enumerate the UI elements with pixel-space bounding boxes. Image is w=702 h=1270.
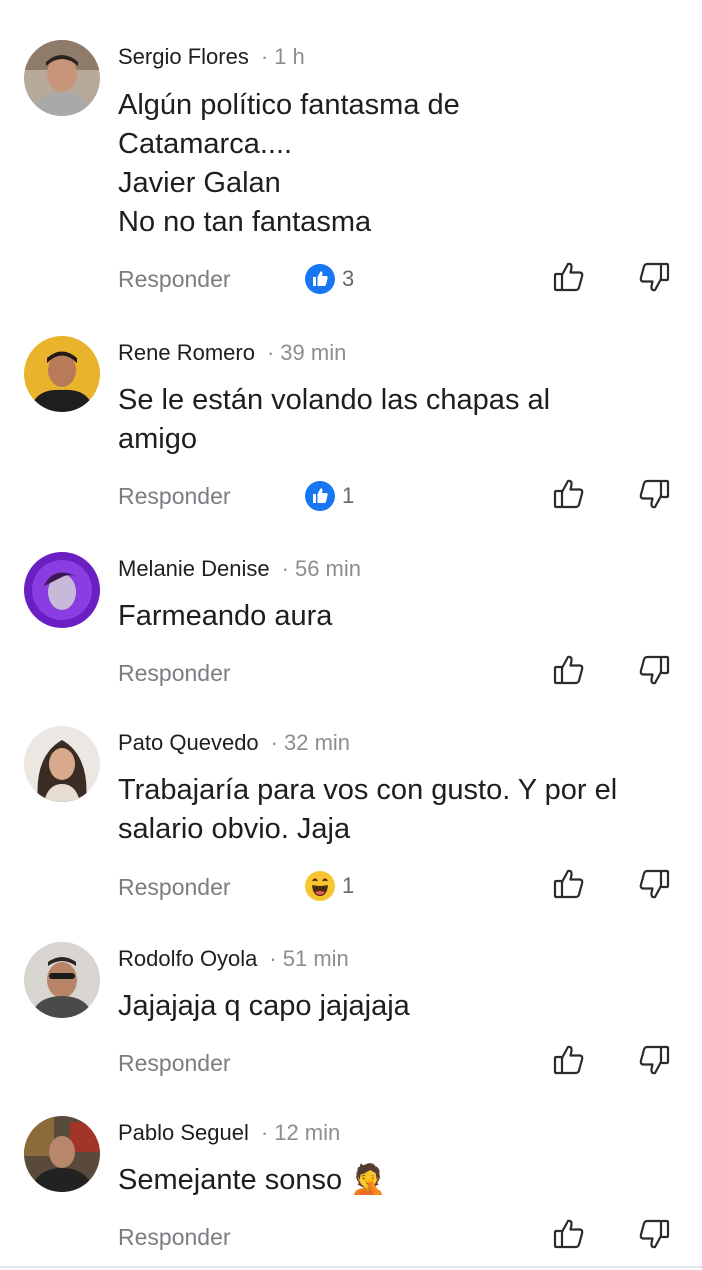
comment-meta: Rodolfo Oyola · 51 min — [118, 944, 349, 974]
reply-button[interactable]: Responder — [118, 874, 231, 901]
thumbs-up-icon — [553, 262, 584, 292]
comment-line: No no tan fantasma — [118, 206, 372, 238]
timestamp[interactable]: 32 min — [284, 730, 350, 756]
reply-button[interactable]: Responder — [118, 266, 231, 293]
comment-meta: Pato Quevedo · 32 min — [118, 728, 350, 758]
author-name[interactable]: Rodolfo Oyola — [118, 946, 257, 972]
dislike-button[interactable] — [637, 477, 671, 511]
comment-line: Trabajaría para vos con gusto. Y por el — [118, 774, 618, 806]
reaction-summary[interactable]: 1 — [305, 871, 354, 901]
comment-meta: Rene Romero · 39 min — [118, 338, 346, 368]
comment-text: Jajajaja q capo jajajaja — [118, 987, 678, 1026]
dislike-button[interactable] — [637, 867, 671, 901]
dislike-button[interactable] — [637, 1217, 671, 1251]
comment-text: Semejante sonso 🤦 — [118, 1161, 678, 1200]
comment-meta: Melanie Denise · 56 min — [118, 554, 361, 584]
thumbs-up-icon — [553, 1045, 584, 1075]
comment-line-text: Semejante sonso — [118, 1164, 343, 1196]
reaction-count: 1 — [342, 483, 355, 508]
comment-line: Javier Galan — [118, 167, 281, 199]
dislike-button[interactable] — [637, 1043, 671, 1077]
comment-text: Se le están volando las chapas al amigo — [118, 381, 678, 459]
thumbs-down-icon — [639, 1045, 670, 1075]
reaction-count: 1 — [342, 873, 355, 898]
thumbs-up-icon — [553, 655, 584, 685]
like-button[interactable] — [552, 477, 586, 511]
timestamp[interactable]: 39 min — [280, 340, 346, 366]
reaction-count: 3 — [342, 266, 355, 291]
comment-line: Catamarca.... — [118, 128, 293, 160]
timestamp[interactable]: 51 min — [283, 946, 349, 972]
comment-line: Semejante sonso 🤦 — [118, 1161, 678, 1200]
separator-dot: · — [281, 556, 289, 581]
separator-dot: · — [270, 730, 278, 755]
thumbs-up-icon — [553, 479, 584, 509]
comment-line: Farmeando aura — [118, 600, 333, 632]
like-reaction-icon — [305, 264, 335, 294]
author-name[interactable]: Sergio Flores — [118, 44, 249, 70]
avatar[interactable] — [24, 1116, 100, 1192]
thumbs-down-icon — [639, 1219, 670, 1249]
like-button[interactable] — [552, 1043, 586, 1077]
separator-dot: · — [266, 340, 275, 365]
dislike-button[interactable] — [637, 653, 671, 687]
comment-line: Algún político fantasma de — [118, 89, 460, 121]
thumbs-down-icon — [639, 262, 670, 292]
separator-dot: · — [260, 1120, 269, 1145]
comment-text: Trabajaría para vos con gusto. Y por el … — [118, 771, 678, 849]
comment-text: Algún político fantasma de Catamarca....… — [118, 86, 678, 242]
reply-button[interactable]: Responder — [118, 483, 231, 510]
like-button[interactable] — [552, 1217, 586, 1251]
like-reaction-icon — [305, 481, 335, 511]
reply-button[interactable]: Responder — [118, 1050, 231, 1077]
avatar[interactable] — [24, 726, 100, 802]
separator-dot: · — [260, 44, 269, 69]
reply-button[interactable]: Responder — [118, 660, 231, 687]
thumbs-down-icon — [639, 479, 670, 509]
like-button[interactable] — [552, 867, 586, 901]
haha-reaction-icon — [305, 871, 335, 901]
reply-button[interactable]: Responder — [118, 1224, 231, 1251]
timestamp[interactable]: 12 min — [274, 1120, 340, 1146]
comment-meta: Sergio Flores · 1 h — [118, 42, 305, 72]
reaction-summary[interactable]: 3 — [305, 264, 354, 294]
avatar[interactable] — [24, 552, 100, 628]
avatar[interactable] — [24, 336, 100, 412]
timestamp[interactable]: 1 h — [274, 44, 305, 70]
timestamp[interactable]: 56 min — [295, 556, 361, 582]
author-name[interactable]: Pato Quevedo — [118, 730, 259, 756]
thumbs-up-icon — [553, 1219, 584, 1249]
thumbs-up-icon — [553, 869, 584, 899]
thumbs-down-icon — [639, 655, 670, 685]
like-button[interactable] — [552, 653, 586, 687]
author-name[interactable]: Rene Romero — [118, 340, 255, 366]
comment-line: Se le están volando las chapas al — [118, 384, 551, 416]
facepalm-emoji: 🤦 — [350, 1164, 387, 1196]
dislike-button[interactable] — [637, 260, 671, 294]
like-button[interactable] — [552, 260, 586, 294]
comment-line: salario obvio. Jaja — [118, 813, 351, 845]
comment-meta: Pablo Seguel · 12 min — [118, 1118, 340, 1148]
comment-text: Farmeando aura — [118, 597, 678, 636]
thumbs-down-icon — [639, 869, 670, 899]
comment-line: Jajajaja q capo jajajaja — [118, 990, 410, 1022]
reaction-summary[interactable]: 1 — [305, 481, 354, 511]
author-name[interactable]: Pablo Seguel — [118, 1120, 249, 1146]
avatar[interactable] — [24, 942, 100, 1018]
author-name[interactable]: Melanie Denise — [118, 556, 270, 582]
divider — [0, 1266, 702, 1268]
avatar[interactable] — [24, 40, 100, 116]
separator-dot: · — [269, 946, 277, 971]
comment-line: amigo — [118, 423, 197, 455]
